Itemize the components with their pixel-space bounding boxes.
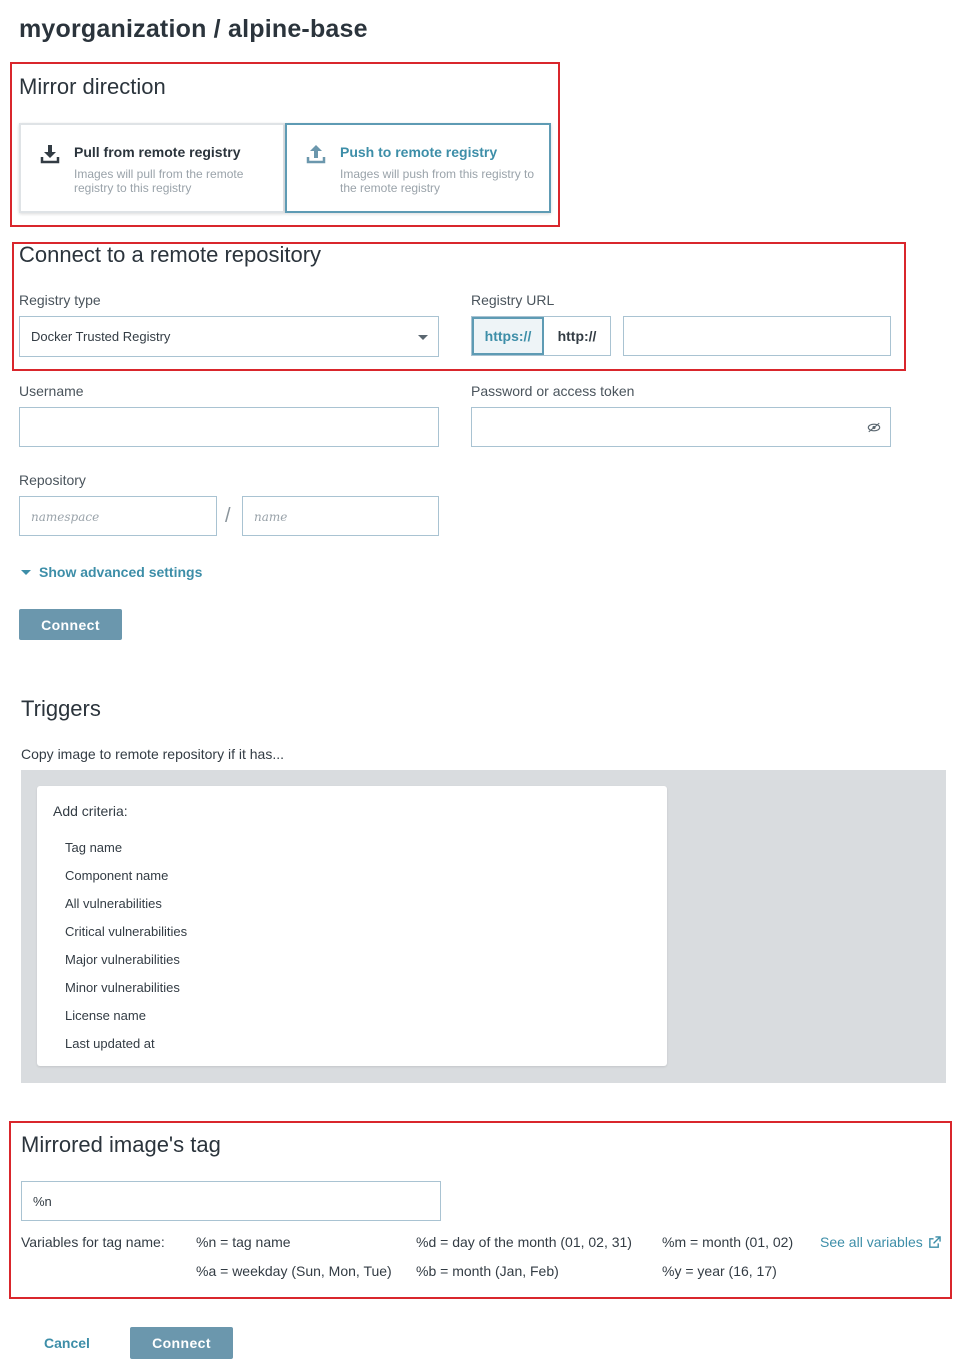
- pull-from-remote-option[interactable]: Pull from remote registry Images will pu…: [19, 123, 285, 213]
- password-input[interactable]: [471, 407, 891, 447]
- criteria-item[interactable]: All vulnerabilities: [65, 896, 162, 911]
- see-all-variables-link[interactable]: See all variables: [820, 1234, 941, 1250]
- variable-item: %y = year (16, 17): [662, 1263, 777, 1279]
- pull-option-description: Images will pull from the remote registr…: [74, 167, 244, 195]
- criteria-item[interactable]: Tag name: [65, 840, 122, 855]
- external-link-icon: [928, 1235, 941, 1248]
- eye-hidden-icon[interactable]: [867, 422, 881, 433]
- add-criteria-label: Add criteria:: [53, 803, 128, 819]
- registry-url-label: Registry URL: [471, 292, 555, 308]
- protocol-toggle: https:// http://: [471, 316, 611, 356]
- footer-connect-button[interactable]: Connect: [130, 1327, 233, 1359]
- registry-type-value: Docker Trusted Registry: [31, 329, 171, 344]
- username-label: Username: [19, 383, 84, 399]
- http-protocol-button[interactable]: http://: [544, 317, 610, 355]
- namespace-placeholder: namespace: [31, 510, 100, 524]
- caret-down-icon: [21, 569, 31, 575]
- page-title: myorganization / alpine-base: [19, 15, 368, 43]
- advanced-settings-toggle[interactable]: Show advanced settings: [21, 564, 202, 580]
- triggers-intro: Copy image to remote repository if it ha…: [21, 746, 284, 762]
- see-all-variables-label: See all variables: [820, 1234, 923, 1250]
- pull-option-title: Pull from remote registry: [74, 144, 241, 160]
- connect-remote-heading: Connect to a remote repository: [19, 242, 322, 267]
- upload-icon: [306, 145, 326, 164]
- password-label: Password or access token: [471, 383, 635, 399]
- criteria-item[interactable]: Minor vulnerabilities: [65, 980, 180, 995]
- variable-item: %b = month (Jan, Feb): [416, 1263, 559, 1279]
- variable-item: %d = day of the month (01, 02, 31): [416, 1234, 632, 1250]
- name-input[interactable]: name: [242, 496, 439, 536]
- mirrored-tag-heading: Mirrored image's tag: [21, 1132, 221, 1157]
- mirror-direction-heading: Mirror direction: [19, 74, 166, 99]
- chevron-down-icon: [418, 335, 428, 340]
- variable-item: %a = weekday (Sun, Mon, Tue): [196, 1263, 392, 1279]
- username-input[interactable]: [19, 407, 439, 447]
- registry-url-input[interactable]: [623, 316, 891, 356]
- variables-label: Variables for tag name:: [21, 1234, 165, 1250]
- repository-separator: /: [225, 505, 231, 527]
- cancel-button[interactable]: Cancel: [44, 1335, 90, 1351]
- variable-item: %n = tag name: [196, 1234, 291, 1250]
- repository-label: Repository: [19, 472, 86, 488]
- registry-type-select[interactable]: Docker Trusted Registry: [19, 316, 439, 357]
- https-protocol-button[interactable]: https://: [472, 317, 544, 355]
- mirrored-tag-input[interactable]: %n: [21, 1181, 441, 1221]
- criteria-item[interactable]: Major vulnerabilities: [65, 952, 180, 967]
- connect-button[interactable]: Connect: [19, 609, 122, 640]
- namespace-input[interactable]: namespace: [19, 496, 217, 536]
- criteria-item[interactable]: Component name: [65, 868, 168, 883]
- push-to-remote-option[interactable]: Push to remote registry Images will push…: [285, 123, 551, 213]
- criteria-item[interactable]: License name: [65, 1008, 146, 1023]
- criteria-item[interactable]: Critical vulnerabilities: [65, 924, 187, 939]
- advanced-settings-label: Show advanced settings: [39, 564, 203, 580]
- criteria-item[interactable]: Last updated at: [65, 1036, 155, 1051]
- mirrored-tag-value: %n: [33, 1194, 52, 1209]
- criteria-menu: Add criteria: Tag name Component name Al…: [37, 786, 667, 1066]
- push-option-title: Push to remote registry: [340, 144, 498, 160]
- name-placeholder: name: [254, 510, 288, 524]
- push-option-description: Images will push from this registry to t…: [340, 167, 535, 195]
- download-icon: [40, 145, 60, 164]
- variable-item: %m = month (01, 02): [662, 1234, 794, 1250]
- registry-type-label: Registry type: [19, 292, 101, 308]
- triggers-heading: Triggers: [21, 696, 101, 721]
